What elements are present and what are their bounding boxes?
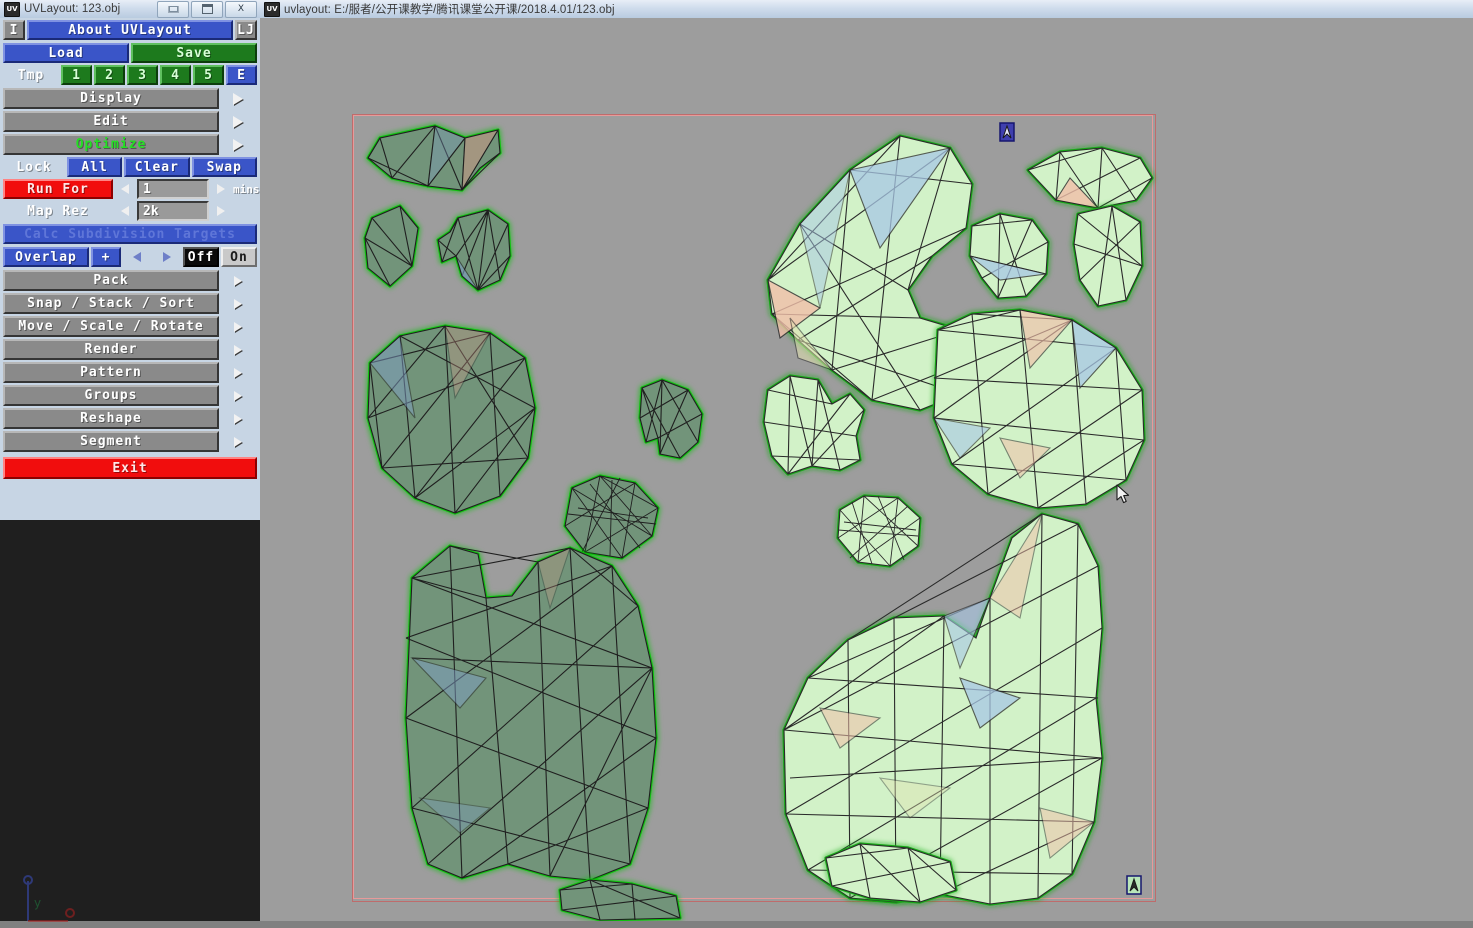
map-rez-row: Map Rez 2k xyxy=(3,201,257,221)
calc-subdivision-row: Calc Subdivision Targets xyxy=(3,224,257,244)
menu-optimize[interactable]: Optimize xyxy=(3,134,219,155)
minimize-button[interactable] xyxy=(157,0,189,18)
overlap-plus-button[interactable]: + xyxy=(91,247,121,267)
menu-snap-stack-sort-row: Snap / Stack / Sort xyxy=(3,293,257,314)
chevron-right-icon[interactable] xyxy=(219,293,257,314)
menu-render[interactable]: Render xyxy=(3,339,219,360)
run-for-button[interactable]: Run For xyxy=(3,179,113,199)
chevron-right-icon[interactable] xyxy=(219,431,257,452)
svg-text:y: y xyxy=(34,896,41,910)
axis-gizmo: y xyxy=(23,875,75,922)
tmp-row: Tmp 1 2 3 4 5 E xyxy=(3,65,257,85)
menu-groups-row: Groups xyxy=(3,385,257,406)
uv-viewport[interactable]: .sd{fill:#72947a;stroke:#1f1f1f;stroke-w… xyxy=(260,18,1473,921)
menu-edit-row: Edit xyxy=(3,111,257,132)
menu-groups[interactable]: Groups xyxy=(3,385,219,406)
menu-move-scale-rotate-row: Move / Scale / Rotate xyxy=(3,316,257,337)
panel-right-handle[interactable]: LJ xyxy=(235,20,257,40)
left-window-titlebar: UV UVLayout: 123.obj X xyxy=(0,0,260,19)
exit-button[interactable]: Exit xyxy=(3,457,257,479)
overlap-decrement-icon[interactable] xyxy=(123,247,151,267)
menu-reshape-row: Reshape xyxy=(3,408,257,429)
exit-row: Exit xyxy=(3,457,257,479)
load-button[interactable]: Load xyxy=(3,43,129,63)
calc-subdivision-targets-button: Calc Subdivision Targets xyxy=(3,224,257,244)
menu-pattern[interactable]: Pattern xyxy=(3,362,219,383)
menu-pack-row: Pack xyxy=(3,270,257,291)
uv-app-icon: UV xyxy=(4,1,20,17)
menu-display-row: Display xyxy=(3,88,257,109)
save-button[interactable]: Save xyxy=(131,43,257,63)
menu-pattern-row: Pattern xyxy=(3,362,257,383)
overlap-on-button[interactable]: On xyxy=(221,247,257,267)
menu-snap-stack-sort[interactable]: Snap / Stack / Sort xyxy=(3,293,219,314)
uv-corner-marker-top-right xyxy=(999,122,1015,142)
right-window-titlebar: UV uvlayout: E:/服者/公开课教学/腾讯课堂公开课/2018.4.… xyxy=(260,0,1473,19)
map-rez-value[interactable]: 2k xyxy=(137,201,209,221)
uv-shell-canvas[interactable]: .sd{fill:#72947a;stroke:#1f1f1f;stroke-w… xyxy=(260,18,1473,921)
lock-clear-button[interactable]: Clear xyxy=(124,157,190,177)
run-for-decrement-icon[interactable] xyxy=(115,179,135,199)
tmp-label: Tmp xyxy=(17,67,45,83)
tmp-slot-edit[interactable]: E xyxy=(226,65,257,85)
run-for-units: mins xyxy=(233,182,260,196)
menu-render-row: Render xyxy=(3,339,257,360)
mouse-pointer-icon xyxy=(1116,484,1130,504)
overlap-increment-icon[interactable] xyxy=(153,247,181,267)
uvlayout-control-panel: I About UVLayout LJ Load Save Tmp 1 2 3 … xyxy=(0,18,260,922)
chevron-right-icon[interactable] xyxy=(219,408,257,429)
menu-optimize-row: Optimize xyxy=(3,134,257,155)
run-for-value[interactable]: 1 xyxy=(137,179,209,199)
map-rez-decrement-icon[interactable] xyxy=(115,201,135,221)
uv-app-icon: UV xyxy=(264,1,280,17)
chevron-right-icon[interactable] xyxy=(219,316,257,337)
tmp-slot-2[interactable]: 2 xyxy=(94,65,125,85)
tmp-slot-1[interactable]: 1 xyxy=(61,65,92,85)
chevron-right-icon[interactable] xyxy=(219,88,257,109)
menu-reshape[interactable]: Reshape xyxy=(3,408,219,429)
uv-corner-marker-bottom-right xyxy=(1126,875,1142,895)
tmp-slot-3[interactable]: 3 xyxy=(127,65,158,85)
lock-label: Lock xyxy=(16,159,52,175)
tmp-slot-4[interactable]: 4 xyxy=(160,65,191,85)
menu-pack[interactable]: Pack xyxy=(3,270,219,291)
right-window-title: uvlayout: E:/服者/公开课教学/腾讯课堂公开课/2018.4.01/… xyxy=(284,4,615,16)
chevron-right-icon[interactable] xyxy=(219,134,257,155)
close-button[interactable]: X xyxy=(225,0,257,18)
map-rez-label: Map Rez xyxy=(27,203,89,219)
tmp-slot-5[interactable]: 5 xyxy=(193,65,224,85)
lock-swap-button[interactable]: Swap xyxy=(191,157,257,177)
menu-move-scale-rotate[interactable]: Move / Scale / Rotate xyxy=(3,316,219,337)
maximize-button[interactable] xyxy=(191,0,223,18)
overlap-row: Overlap + Off On xyxy=(3,247,257,267)
left-window-title: UVLayout: 123.obj xyxy=(24,3,121,15)
lock-row: Lock All Clear Swap xyxy=(3,157,257,177)
chevron-right-icon[interactable] xyxy=(219,270,257,291)
map-rez-increment-icon[interactable] xyxy=(211,201,231,221)
file-row: Load Save xyxy=(3,43,257,63)
run-for-increment-icon[interactable] xyxy=(211,179,231,199)
overlap-off-button[interactable]: Off xyxy=(183,247,219,267)
chevron-right-icon[interactable] xyxy=(219,111,257,132)
menu-display[interactable]: Display xyxy=(3,88,219,109)
chevron-right-icon[interactable] xyxy=(219,385,257,406)
lock-all-button[interactable]: All xyxy=(67,157,123,177)
menu-edit[interactable]: Edit xyxy=(3,111,219,132)
overlap-button[interactable]: Overlap xyxy=(3,247,89,267)
run-for-row: Run For 1 mins xyxy=(3,179,260,199)
panel-left-handle[interactable]: I xyxy=(3,20,25,40)
chevron-right-icon[interactable] xyxy=(219,362,257,383)
about-row: I About UVLayout LJ xyxy=(3,20,257,40)
chevron-right-icon[interactable] xyxy=(219,339,257,360)
menu-segment-row: Segment xyxy=(3,431,257,452)
left-window-controls: X xyxy=(157,0,260,18)
about-uvlayout-button[interactable]: About UVLayout xyxy=(27,20,233,40)
menu-segment[interactable]: Segment xyxy=(3,431,219,452)
